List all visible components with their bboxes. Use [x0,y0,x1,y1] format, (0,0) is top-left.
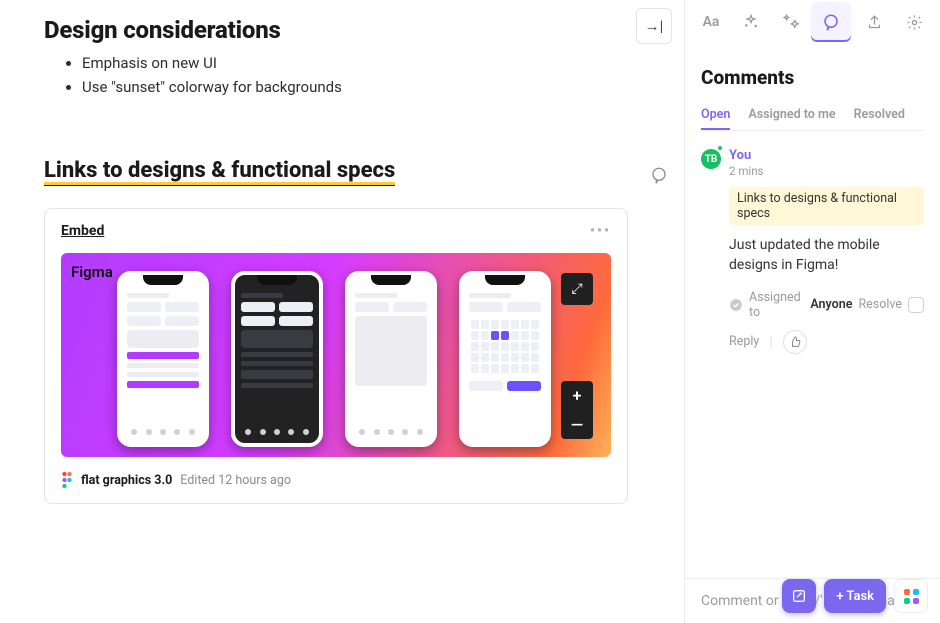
side-toolbar: Aa [685,0,940,44]
embed-menu-button[interactable]: ••• [590,223,611,239]
embed-footer: flat graphics 3.0 Edited 12 hours ago [61,471,611,489]
comment-reference[interactable]: Links to designs & functional specs [729,187,924,225]
comment-time: 2 mins [729,164,763,178]
sparkle-icon[interactable] [771,2,811,42]
document-area: →| Design considerations Emphasis on new… [0,0,684,623]
collapse-panel-button[interactable]: →| [636,8,672,44]
embed-card: Embed ••• Figma [44,208,628,504]
expand-icon[interactable]: ⤢ [561,273,593,305]
resolve-label[interactable]: Resolve [858,297,902,312]
assigned-value[interactable]: Anyone [810,297,852,312]
panel-title: Comments [701,66,924,89]
comment-thread[interactable]: TB You 2 mins Links to designs & functio… [701,147,924,354]
list-item: Use "sunset" colorway for backgrounds [82,78,668,96]
quick-note-button[interactable] [782,579,816,613]
mock-phone-light-2 [345,271,437,447]
embed-title[interactable]: Embed [61,223,104,239]
add-comment-icon[interactable] [650,166,668,184]
assigned-check-icon [729,298,743,312]
reply-button[interactable]: Reply [729,334,759,349]
mock-phone-light-1 [117,271,209,447]
tab-open[interactable]: Open [701,107,730,130]
thumbs-up-button[interactable] [783,330,807,354]
section-heading-links: Links to designs & functional specs [44,158,395,186]
comment-tabs: Open Assigned to me Resolved [701,107,924,131]
comments-panel: Aa Comments Open Assigned to me Resolved… [684,0,940,623]
zoom-controls: + — [561,381,593,439]
presence-dot [717,145,723,151]
list-item: Emphasis on new UI [82,54,668,72]
section-heading-design: Design considerations [44,16,668,44]
figma-icon [61,471,73,489]
avatar: TB [701,149,721,169]
zoom-out-button[interactable]: — [561,410,593,439]
assigned-label: Assigned to [749,290,804,320]
zoom-in-button[interactable]: + [561,381,593,410]
tab-assigned[interactable]: Assigned to me [748,107,835,130]
comment-body: Just updated the mobile designs in Figma… [729,235,924,276]
bullet-list: Emphasis on new UI Use "sunset" colorway… [44,54,668,96]
bottom-action-bar: + Task [782,579,928,613]
mock-phone-dark [231,271,323,447]
new-task-button[interactable]: + Task [824,579,886,613]
apps-button[interactable] [894,579,928,613]
comments-icon[interactable] [811,2,851,42]
resolve-checkbox[interactable] [908,297,924,313]
figma-brand-label: Figma [71,263,113,281]
ai-icon[interactable] [731,2,771,42]
embed-file-name[interactable]: flat graphics 3.0 [81,473,172,488]
comment-author[interactable]: You [729,148,751,163]
text-style-button[interactable]: Aa [691,2,731,42]
figma-embed-canvas[interactable]: Figma [61,253,611,457]
embed-edited-time: Edited 12 hours ago [180,473,291,488]
tab-resolved[interactable]: Resolved [854,107,905,130]
settings-icon[interactable] [894,2,934,42]
share-icon[interactable] [854,2,894,42]
mock-phone-calendar [459,271,551,447]
